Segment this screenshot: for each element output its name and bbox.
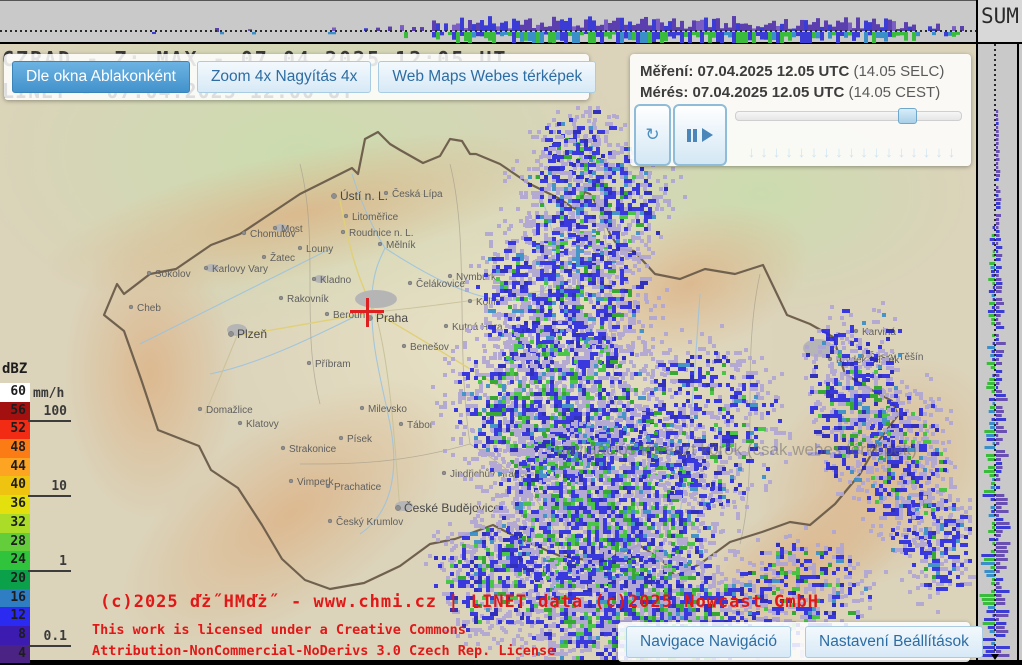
refresh-button[interactable]: ↻ <box>634 104 671 166</box>
dbz-level-4: 4 <box>0 645 30 664</box>
dbz-level-36: 36 <box>0 495 30 514</box>
settings-button[interactable]: Nastavení Beállítások <box>805 626 983 658</box>
play-icon <box>702 128 713 142</box>
city-label: Žatec <box>270 251 295 264</box>
vertical-sum-histogram <box>978 44 1022 662</box>
city-label: Prachatice <box>334 482 382 493</box>
city-label: Karlovy Vary <box>212 264 268 275</box>
dbz-level-32: 32 <box>0 514 30 533</box>
rainrate-mark-100: 100 <box>28 400 71 422</box>
dbz-level-12: 12 <box>0 607 30 626</box>
city-label: Klatovy <box>246 419 279 430</box>
city-label: Písek <box>347 434 373 445</box>
city-label: Most <box>281 224 303 235</box>
dbz-level-60: 60 <box>0 383 30 402</box>
city-label: Domažlice <box>206 405 253 416</box>
city-label: Roudnice n. L. <box>349 228 414 239</box>
per-window-button[interactable]: Dle okna Ablakonként <box>12 61 190 93</box>
measurement-line-cz: Měření: 07.04.2025 12.05 UTC (14.05 SELC… <box>640 61 961 82</box>
city-label: Strakonice <box>289 444 337 455</box>
city-label: Mělník <box>386 240 416 251</box>
copyright-line: (c)2025 ďż˝HMďż˝ - www.chmi.cz | LINET d… <box>100 592 819 612</box>
license-line-2: Attribution-NonCommercial-NoDerivs 3.0 C… <box>92 643 555 659</box>
web-maps-button[interactable]: Web Maps Webes térképek <box>378 61 596 93</box>
dbz-level-8: 8 <box>0 626 30 645</box>
time-slider-track[interactable] <box>735 111 962 121</box>
city-label: Benešov <box>410 342 449 353</box>
time-sum-strip <box>0 0 976 44</box>
city-label: Louny <box>306 244 333 255</box>
city-label: Kladno <box>320 275 352 286</box>
rainrate-mark-10: 10 <box>28 475 71 497</box>
pause-play-button[interactable] <box>673 104 727 166</box>
dbz-legend-title: dBZ <box>2 361 27 377</box>
dbz-level-28: 28 <box>0 533 30 552</box>
measurement-line-hu: Mérés: 07.04.2025 12.05 UTC (14.05 CEST) <box>640 82 961 103</box>
dbz-level-16: 16 <box>0 589 30 608</box>
refresh-icon: ↻ <box>645 125 659 145</box>
city-label: Plzeň <box>237 327 267 341</box>
city-label: Litoměřice <box>352 212 399 223</box>
sum-label: SUM <box>981 4 1019 28</box>
city-label: České Budějovice <box>404 500 500 515</box>
view-toolbar: Dle okna Ablakonként Zoom 4x Nagyítás 4x… <box>4 54 589 100</box>
city-label: Nymburk <box>456 272 497 283</box>
city-label: Sokolov <box>155 269 191 280</box>
dbz-level-44: 44 <box>0 458 30 477</box>
city-label: Rakovník <box>287 294 330 305</box>
city-label: Ústí n. L. <box>340 188 388 203</box>
dbz-level-40: 40 <box>0 476 30 495</box>
vertical-sum-strip <box>976 44 1022 662</box>
rainrate-mark-1: 1 <box>28 550 71 572</box>
zoom-4x-button[interactable]: Zoom 4x Nagyítás 4x <box>197 61 371 93</box>
pause-icon <box>687 129 691 142</box>
city-label: Cheb <box>137 303 161 314</box>
city-label: Praha <box>376 311 408 325</box>
frame-tick-arrows: ↓↓↓↓↓↓↓↓↓↓↓↓↓↓↓↓↓ <box>742 144 966 161</box>
time-slider-handle[interactable] <box>898 108 917 124</box>
dbz-level-56: 56 <box>0 402 30 421</box>
webmaps-watermark: navigációs kereszt körök (csak webes tér… <box>556 440 917 459</box>
city-label: Příbram <box>315 359 351 370</box>
license-line-1: This work is licensed under a Creative C… <box>92 622 466 638</box>
sum-corner-label: SUM <box>976 0 1022 44</box>
rainrate-unit-label: mm/h <box>33 386 64 401</box>
radar-app-window: { "window": { "sum_label": "SUM" }, "map… <box>0 0 1022 665</box>
city-label: Český Krumlov <box>336 515 403 528</box>
rainrate-mark-0.1: 0.1 <box>28 625 71 647</box>
city-label: Milevsko <box>368 404 407 415</box>
city-label: Česká Lípa <box>392 187 443 200</box>
time-sum-histogram <box>0 1 976 43</box>
navigation-button[interactable]: Navigace Navigáció <box>626 626 791 658</box>
measurement-player-panel: Měření: 07.04.2025 12.05 UTC (14.05 SELC… <box>630 54 971 166</box>
dbz-color-scale: 6056524844403632282420161284 <box>0 383 30 663</box>
dbz-level-20: 20 <box>0 570 30 589</box>
dbz-level-48: 48 <box>0 439 30 458</box>
dbz-level-24: 24 <box>0 551 30 570</box>
dbz-level-52: 52 <box>0 420 30 439</box>
bottom-nav-panel: Navigace Navigáció Nastavení Beállítások <box>618 622 970 662</box>
city-label: Tábor <box>407 420 434 431</box>
